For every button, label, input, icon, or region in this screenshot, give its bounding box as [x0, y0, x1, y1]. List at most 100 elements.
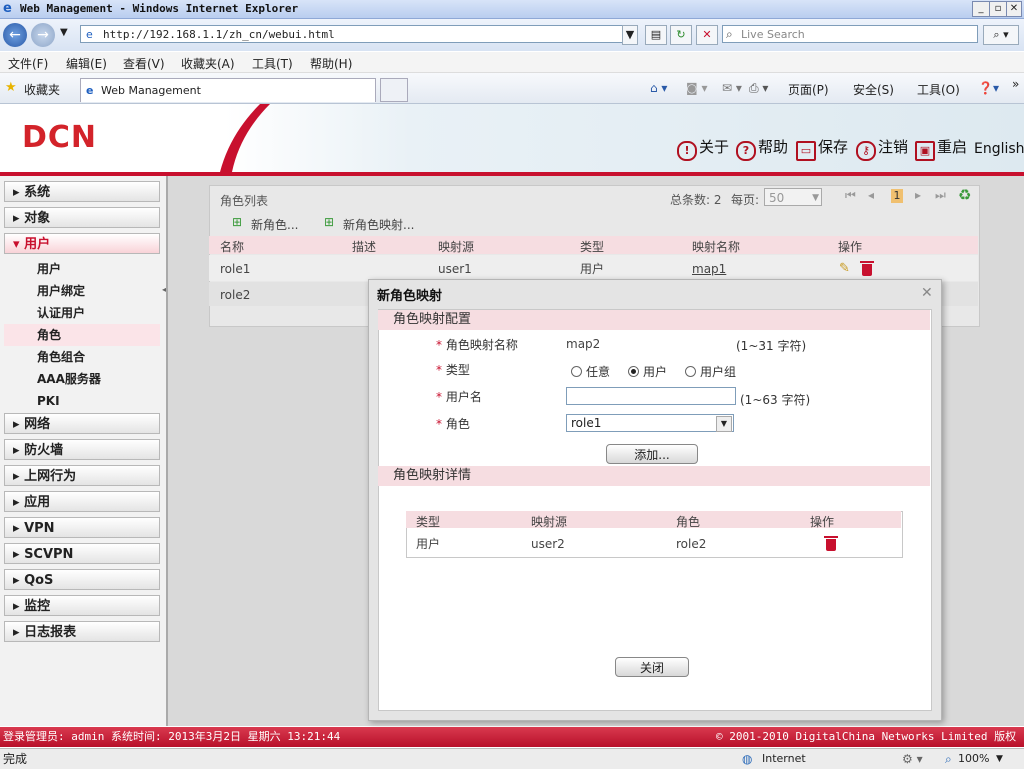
role-name: role1 [220, 262, 251, 276]
nav-web-behavior[interactable]: ▸ 上网行为 [4, 465, 160, 486]
about-link[interactable]: ! 关于 [677, 136, 729, 161]
menu-tools[interactable]: 工具(T) [252, 55, 293, 72]
zoom-dropdown-icon[interactable]: ▼ [996, 749, 1003, 769]
protected-mode-icon[interactable]: ⚙ ▾ [902, 749, 923, 769]
nav-system[interactable]: ▸ 系统 [4, 181, 160, 202]
sidebar-item-role[interactable]: 角色 [4, 324, 160, 346]
menu-favorites[interactable]: 收藏夹(A) [181, 55, 235, 72]
page-menu[interactable]: 页面(P) [788, 81, 829, 98]
compat-view-icon[interactable]: ▤ [645, 25, 667, 45]
refresh-icon[interactable]: ↻ [670, 25, 692, 45]
tools-menu[interactable]: 工具(O) [917, 81, 960, 98]
type-radio-group[interactable]: 用户组 [685, 363, 736, 380]
feeds-icon[interactable]: ◙ ▾ [686, 81, 707, 95]
map-name-link[interactable]: map1 [692, 262, 726, 276]
new-tab-button[interactable] [380, 78, 408, 102]
sidebar-item-auth-user[interactable]: 认证用户 [4, 302, 160, 324]
collapse-sidebar-handle[interactable]: ◂ [162, 285, 166, 294]
search-go-button[interactable]: ⌕ ▾ [983, 25, 1019, 45]
add-button[interactable]: 添加... [606, 444, 698, 464]
menu-file[interactable]: 文件(F) [8, 55, 48, 72]
sidebar-item-user-binding[interactable]: 用户绑定 [4, 280, 160, 302]
close-window-button[interactable]: ✕ [1006, 1, 1022, 17]
last-page-icon[interactable]: ⏭ [935, 188, 946, 203]
role-select[interactable]: role1 ▼ [566, 414, 734, 432]
trash-icon[interactable] [823, 536, 838, 551]
prev-page-icon[interactable]: ◂ [868, 188, 874, 202]
reboot-link[interactable]: ▣ 重启 [915, 136, 967, 161]
nav-vpn[interactable]: ▸ VPN [4, 517, 160, 538]
sidebar-item-pki[interactable]: PKI [4, 390, 160, 412]
next-page-icon[interactable]: ▸ [915, 188, 921, 202]
key-icon: ⚷ [856, 141, 876, 161]
safety-menu[interactable]: 安全(S) [853, 81, 894, 98]
browser-tab[interactable]: e Web Management [80, 78, 376, 102]
nav-application[interactable]: ▸ 应用 [4, 491, 160, 512]
url-dropdown-icon[interactable]: ▼ [622, 25, 638, 45]
chevron-down-icon: ▼ [812, 193, 819, 203]
tab-icon: e [86, 84, 94, 97]
logout-link[interactable]: ⚷ 注销 [856, 136, 908, 161]
dialog-title: 新角色映射 [377, 289, 443, 304]
nav-firewall[interactable]: ▸ 防火墙 [4, 439, 160, 460]
address-toolbar: ← → ▼ http://192.168.1.1/zh_cn/webui.htm… [0, 19, 1024, 51]
type-radio-user[interactable]: 用户 [628, 363, 667, 380]
current-page[interactable]: 1 [891, 189, 903, 203]
edit-icon[interactable]: ✎ [839, 261, 850, 276]
new-role-button[interactable]: 新角色... [251, 216, 298, 233]
back-button[interactable]: ← [3, 23, 27, 47]
save-icon: ▭ [796, 141, 816, 161]
favorites-bar: ★ 收藏夹 e Web Management ⌂ ▾ ◙ ▾ ✉ ▾ ⎙ ▾ 页… [0, 73, 1024, 104]
refresh-list-icon[interactable]: ♻ [958, 186, 971, 204]
detail-col-source: 映射源 [531, 515, 568, 529]
help-link[interactable]: ? 帮助 [736, 136, 788, 161]
menu-bar: 文件(F) 编辑(E) 查看(V) 收藏夹(A) 工具(T) 帮助(H) [0, 52, 1024, 73]
minimize-button[interactable]: _ [972, 1, 990, 17]
trash-icon[interactable] [860, 261, 874, 276]
print-icon[interactable]: ⎙ ▾ [749, 81, 768, 96]
nav-monitor[interactable]: ▸ 监控 [4, 595, 160, 616]
type-radio-any[interactable]: 任意 [571, 363, 610, 380]
col-map-name: 映射名称 [692, 240, 741, 254]
save-link[interactable]: ▭ 保存 [796, 136, 848, 161]
role-label: * 角色 [436, 417, 470, 431]
nav-user[interactable]: ▾ 用户 [4, 233, 160, 254]
nav-log-report[interactable]: ▸ 日志报表 [4, 621, 160, 642]
nav-network[interactable]: ▸ 网络 [4, 413, 160, 434]
username-input[interactable] [566, 387, 736, 405]
favorites-button[interactable]: 收藏夹 [24, 81, 60, 98]
map-name-label: * 角色映射名称 [436, 338, 518, 352]
menu-view[interactable]: 查看(V) [123, 55, 165, 72]
sidebar-item-aaa[interactable]: AAA服务器 [4, 368, 160, 390]
nav-scvpn[interactable]: ▸ SCVPN [4, 543, 160, 564]
search-input[interactable]: Live Search [722, 25, 978, 43]
username-hint: (1~63 字符) [740, 393, 811, 407]
close-button[interactable]: 关闭 [615, 657, 689, 677]
help-icon[interactable]: ❓▾ [978, 81, 999, 95]
mail-icon[interactable]: ✉ ▾ [722, 81, 742, 95]
english-link[interactable]: English [974, 141, 1024, 157]
home-icon[interactable]: ⌂ ▾ [650, 81, 667, 95]
url-input[interactable]: http://192.168.1.1/zh_cn/webui.html [80, 25, 636, 43]
nav-qos[interactable]: ▸ QoS [4, 569, 160, 590]
browser-statusbar: 完成 ◍ Internet ⚙ ▾ ⌕ 100% ▼ [0, 748, 1024, 769]
role-source: user1 [438, 262, 472, 276]
forward-button[interactable]: → [31, 23, 55, 47]
more-icon[interactable]: » [1012, 77, 1019, 91]
new-mapping-button[interactable]: 新角色映射... [343, 216, 414, 233]
maximize-button[interactable]: ▫ [989, 1, 1007, 17]
zoom-icon: ⌕ [945, 752, 952, 766]
stop-icon[interactable]: ✕ [696, 25, 718, 45]
close-icon[interactable]: ✕ [921, 285, 933, 301]
menu-edit[interactable]: 编辑(E) [66, 55, 107, 72]
nav-object[interactable]: ▸ 对象 [4, 207, 160, 228]
sidebar-item-role-combo[interactable]: 角色组合 [4, 346, 160, 368]
per-page-select[interactable]: 50 ▼ [764, 188, 822, 206]
menu-help[interactable]: 帮助(H) [310, 55, 352, 72]
first-page-icon[interactable]: ⏮ [845, 188, 856, 203]
chevron-down-icon: ▾ [13, 237, 25, 252]
login-info: 登录管理员: admin 系统时间: 2013年3月2日 星期六 13:21:4… [3, 730, 341, 743]
sidebar-item-user[interactable]: 用户 [4, 258, 160, 280]
zoom-level[interactable]: 100% [958, 749, 989, 769]
history-dropdown-icon[interactable]: ▼ [60, 27, 68, 38]
